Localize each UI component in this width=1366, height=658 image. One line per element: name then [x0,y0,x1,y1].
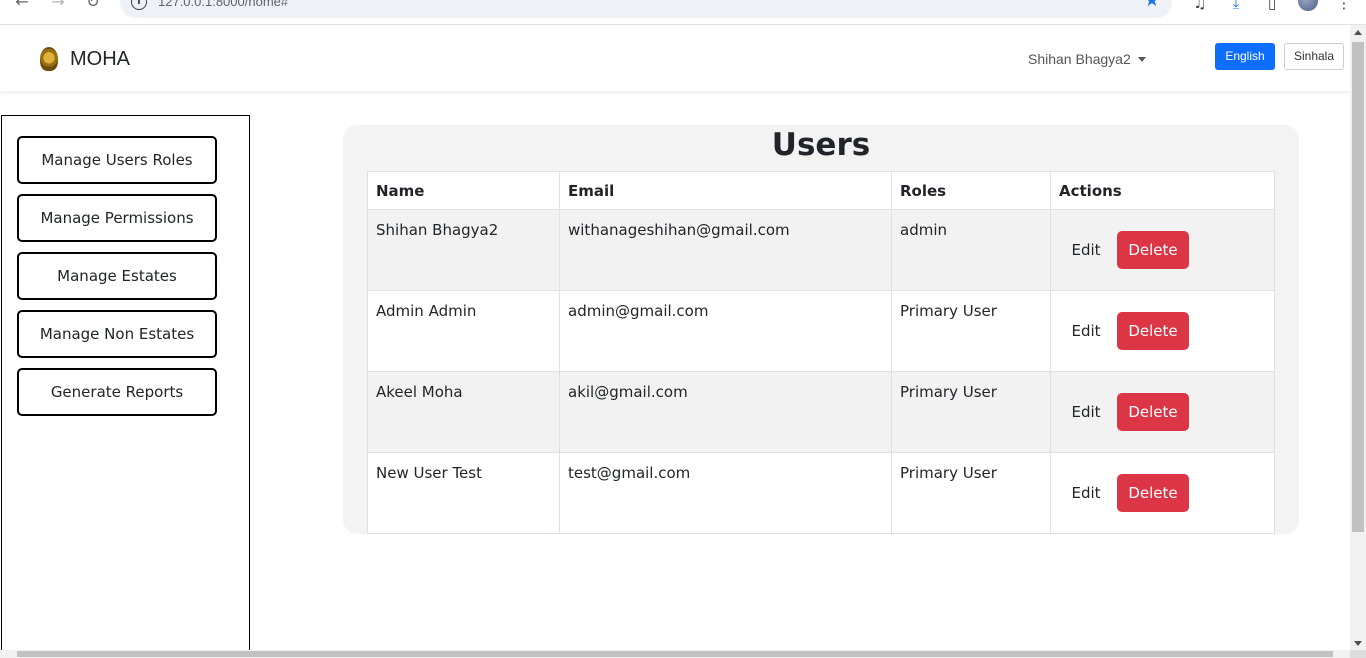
back-icon[interactable]: ← [12,0,32,11]
download-icon[interactable]: ⤓ [1226,0,1246,12]
side-panel-icon[interactable]: ▯ [1262,0,1282,12]
edit-button[interactable]: Edit [1059,393,1113,431]
url-text[interactable]: 127.0.0.1:8000/home# [158,0,288,9]
bookmark-star-icon[interactable]: ★ [1144,0,1160,11]
delete-button[interactable]: Delete [1117,231,1189,269]
cell-email: akil@gmail.com [559,371,892,453]
edit-button[interactable]: Edit [1059,474,1113,512]
english-button[interactable]: English [1215,43,1275,70]
emblem-icon [38,45,60,73]
cell-actions: Edit Delete [1050,371,1275,453]
caret-down-icon [1137,56,1146,62]
column-header-name: Name [367,171,560,210]
table-row: New User Test test@gmail.com Primary Use… [367,452,1275,534]
table-row: Akeel Moha akil@gmail.com Primary User E… [367,371,1275,453]
manage-permissions-button[interactable]: Manage Permissions [17,194,217,242]
browser-toolbar: ← → ↻ i 127.0.0.1:8000/home# ★ ♫ ⤓ ▯ ⋮ [0,0,1366,25]
horizontal-scrollbar[interactable] [0,650,1350,658]
manage-non-estates-button[interactable]: Manage Non Estates [17,310,217,358]
user-dropdown[interactable]: Shihan Bhagya2 [1028,51,1146,67]
generate-reports-button[interactable]: Generate Reports [17,368,217,416]
cell-actions: Edit Delete [1050,209,1275,291]
delete-button[interactable]: Delete [1117,393,1189,431]
table-row: Admin Admin admin@gmail.com Primary User… [367,290,1275,372]
cell-email: withanageshihan@gmail.com [559,209,892,291]
scroll-down-icon[interactable] [1354,641,1362,646]
cell-role: Primary User [891,452,1051,534]
profile-avatar[interactable] [1298,0,1318,11]
cell-email: admin@gmail.com [559,290,892,372]
cell-name: New User Test [367,452,560,534]
horizontal-scroll-thumb[interactable] [17,651,1333,657]
cell-role: Primary User [891,371,1051,453]
vertical-scrollbar[interactable] [1350,25,1366,650]
brand-name[interactable]: MOHA [70,48,130,71]
cell-email: test@gmail.com [559,452,892,534]
page-title: Users [771,127,871,163]
delete-button[interactable]: Delete [1117,474,1189,512]
table-header-row: Name Email Roles Actions [367,171,1275,210]
user-name: Shihan Bhagya2 [1028,51,1131,67]
cell-role: admin [891,209,1051,291]
sinhala-button[interactable]: Sinhala [1284,43,1344,70]
brand[interactable]: MOHA [38,45,130,73]
edit-button[interactable]: Edit [1059,312,1113,350]
sidebar: Manage Users Roles Manage Permissions Ma… [1,115,250,658]
scroll-up-icon[interactable] [1354,30,1362,35]
cell-name: Akeel Moha [367,371,560,453]
manage-estates-button[interactable]: Manage Estates [17,252,217,300]
vertical-scroll-thumb[interactable] [1352,42,1364,532]
cell-name: Admin Admin [367,290,560,372]
table-row: Shihan Bhagya2 withanageshihan@gmail.com… [367,209,1275,291]
address-bar[interactable]: i 127.0.0.1:8000/home# ★ [120,0,1172,18]
cell-name: Shihan Bhagya2 [367,209,560,291]
column-header-actions: Actions [1050,171,1275,210]
cell-role: Primary User [891,290,1051,372]
users-card: Users Name Email Roles Actions Shihan Bh… [343,125,1299,534]
column-header-roles: Roles [891,171,1051,210]
edit-button[interactable]: Edit [1059,231,1113,269]
top-navbar: MOHA Shihan Bhagya2 English Sinhala [0,25,1350,91]
scrollbar-corner [1350,650,1366,658]
browser-menu-icon[interactable]: ⋮ [1334,0,1354,12]
media-icon[interactable]: ♫ [1190,0,1210,12]
cell-actions: Edit Delete [1050,452,1275,534]
cell-actions: Edit Delete [1050,290,1275,372]
reload-icon[interactable]: ↻ [83,0,103,11]
delete-button[interactable]: Delete [1117,312,1189,350]
column-header-email: Email [559,171,892,210]
manage-users-roles-button[interactable]: Manage Users Roles [17,136,217,184]
forward-icon[interactable]: → [48,0,68,11]
users-table: Name Email Roles Actions Shihan Bhagya2 … [367,171,1275,534]
site-info-icon[interactable]: i [131,0,147,10]
